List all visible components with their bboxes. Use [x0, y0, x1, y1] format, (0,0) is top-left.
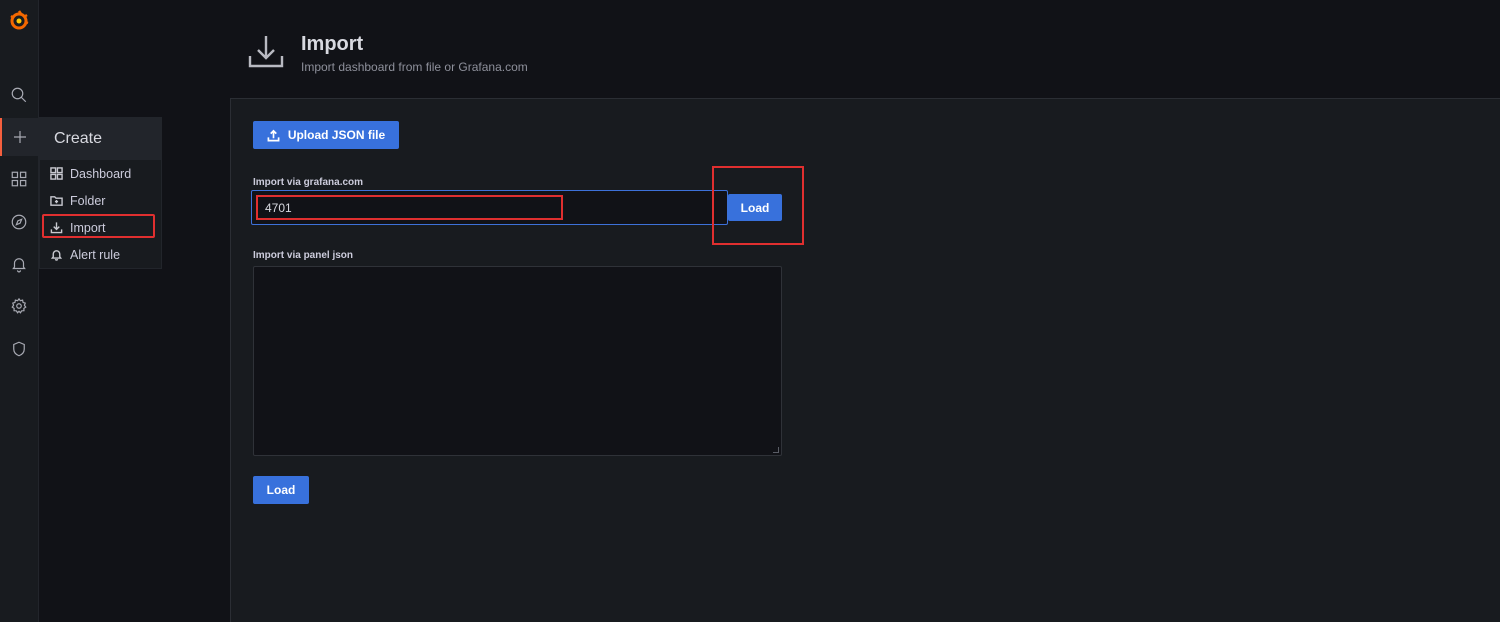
- bell-icon: [50, 248, 63, 261]
- search-icon[interactable]: [0, 76, 38, 114]
- import-form-panel: Upload JSON file Import via grafana.com …: [230, 98, 1500, 622]
- grafana-logo-icon[interactable]: [0, 2, 38, 40]
- create-menu-item-label: Dashboard: [70, 166, 132, 181]
- create-menu-item-folder[interactable]: Folder: [40, 187, 161, 214]
- page-title: Import: [301, 33, 364, 55]
- load-panel-json-button[interactable]: Load: [253, 476, 309, 504]
- create-menu-header[interactable]: Create: [40, 118, 161, 160]
- configuration-gear-icon[interactable]: [0, 287, 38, 325]
- plus-icon[interactable]: [0, 118, 38, 156]
- grafana-import-label: Import via grafana.com: [253, 177, 364, 188]
- create-menu-item-label: Alert rule: [70, 247, 121, 262]
- grafana-dashboard-id-input[interactable]: 4701: [251, 190, 728, 225]
- server-admin-shield-icon[interactable]: [0, 330, 38, 368]
- create-menu: Create Dashboard Folder Import Alert rul…: [39, 117, 162, 269]
- upload-button-label: Upload JSON file: [287, 128, 386, 142]
- create-menu-item-label: Folder: [70, 193, 106, 208]
- import-icon: [50, 221, 63, 234]
- create-menu-item-import[interactable]: Import: [40, 214, 161, 241]
- explore-compass-icon[interactable]: [0, 203, 38, 241]
- dashboard-grid-icon: [50, 167, 63, 180]
- folder-plus-icon: [50, 194, 63, 207]
- create-menu-item-label: Import: [70, 220, 106, 235]
- grafana-input-value: 4701: [265, 200, 292, 215]
- import-icon: [246, 32, 286, 72]
- dashboards-icon[interactable]: [0, 160, 38, 198]
- create-menu-item-dashboard[interactable]: Dashboard: [40, 160, 161, 187]
- panel-json-label: Import via panel json: [253, 250, 354, 261]
- upload-json-file-button[interactable]: Upload JSON file: [253, 121, 399, 149]
- alerting-bell-icon[interactable]: [0, 245, 38, 283]
- textarea-resize-handle[interactable]: [773, 447, 779, 453]
- panel-json-textarea[interactable]: [253, 266, 782, 456]
- side-menu: [0, 0, 39, 622]
- page-subtitle: Import dashboard from file or Grafana.co…: [301, 60, 528, 74]
- upload-icon: [267, 129, 280, 141]
- create-menu-item-alert-rule[interactable]: Alert rule: [40, 241, 161, 268]
- load-grafana-button[interactable]: Load: [728, 194, 782, 221]
